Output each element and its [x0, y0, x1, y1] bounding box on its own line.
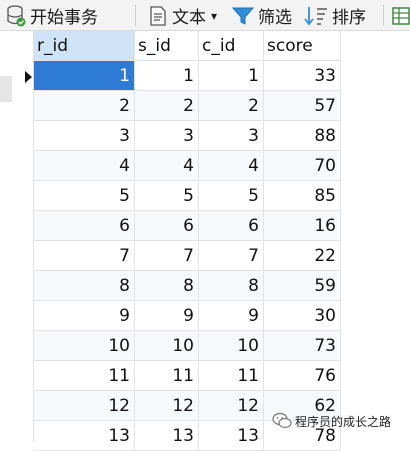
- table-row[interactable]: 11 11 11 76: [34, 361, 341, 391]
- cell-score[interactable]: 70: [264, 151, 341, 181]
- cell-c_id[interactable]: 10: [199, 331, 264, 361]
- cell-c_id[interactable]: 4: [199, 151, 264, 181]
- table-row[interactable]: 3 3 3 88: [34, 121, 341, 151]
- sort-button[interactable]: 排序: [303, 0, 366, 31]
- column-header-c_id[interactable]: c_id: [199, 31, 264, 61]
- cell-c_id[interactable]: 1: [199, 61, 264, 91]
- table-row[interactable]: 1 1 1 33: [34, 61, 341, 91]
- cell-s_id[interactable]: 10: [135, 331, 199, 361]
- table-row[interactable]: 7 7 7 22: [34, 241, 341, 271]
- sort-icon: [303, 5, 329, 27]
- cell-c_id[interactable]: 12: [199, 391, 264, 421]
- cell-s_id[interactable]: 6: [135, 211, 199, 241]
- table-row[interactable]: 8 8 8 59: [34, 271, 341, 301]
- cell-r_id[interactable]: 6: [34, 211, 135, 241]
- cell-r_id[interactable]: 13: [34, 421, 135, 451]
- column-header-score[interactable]: score: [264, 31, 341, 61]
- chevron-down-icon[interactable]: ▾: [211, 9, 217, 23]
- column-header-row: r_id s_id c_id score: [34, 31, 341, 61]
- begin-transaction-label: 开始事务: [30, 8, 98, 28]
- cell-s_id[interactable]: 8: [135, 271, 199, 301]
- cell-r_id[interactable]: 1: [34, 61, 135, 91]
- cell-r_id[interactable]: 4: [34, 151, 135, 181]
- cell-c_id[interactable]: 8: [199, 271, 264, 301]
- cell-s_id[interactable]: 1: [135, 61, 199, 91]
- filter-button[interactable]: 筛选: [232, 0, 292, 31]
- sort-label: 排序: [332, 8, 366, 28]
- cell-score[interactable]: 30: [264, 301, 341, 331]
- cell-r_id[interactable]: 11: [34, 361, 135, 391]
- gutter-scroll-stub: [0, 76, 12, 102]
- column-header-r_id[interactable]: r_id: [34, 31, 135, 61]
- cell-s_id[interactable]: 11: [135, 361, 199, 391]
- cell-score[interactable]: 76: [264, 361, 341, 391]
- table-row[interactable]: 6 6 6 16: [34, 211, 341, 241]
- watermark: 程序员的成长之路: [272, 412, 391, 430]
- cell-r_id[interactable]: 3: [34, 121, 135, 151]
- column-header-s_id[interactable]: s_id: [135, 31, 199, 61]
- toolbar: 开始事务 文本 ▾ 筛选 排序: [0, 0, 410, 31]
- cell-r_id[interactable]: 12: [34, 391, 135, 421]
- cell-score[interactable]: 57: [264, 91, 341, 121]
- database-transaction-icon: [6, 4, 26, 27]
- cell-r_id[interactable]: 5: [34, 181, 135, 211]
- cell-r_id[interactable]: 7: [34, 241, 135, 271]
- cell-s_id[interactable]: 3: [135, 121, 199, 151]
- cell-s_id[interactable]: 5: [135, 181, 199, 211]
- cell-c_id[interactable]: 9: [199, 301, 264, 331]
- cell-s_id[interactable]: 7: [135, 241, 199, 271]
- cell-score[interactable]: 73: [264, 331, 341, 361]
- cell-s_id[interactable]: 12: [135, 391, 199, 421]
- cell-c_id[interactable]: 7: [199, 241, 264, 271]
- cell-s_id[interactable]: 2: [135, 91, 199, 121]
- cell-c_id[interactable]: 11: [199, 361, 264, 391]
- cell-score[interactable]: 85: [264, 181, 341, 211]
- cell-s_id[interactable]: 13: [135, 421, 199, 451]
- table-row[interactable]: 4 4 4 70: [34, 151, 341, 181]
- cell-score[interactable]: 59: [264, 271, 341, 301]
- begin-transaction-button[interactable]: 开始事务: [6, 0, 98, 31]
- grid-view-icon: [392, 6, 410, 26]
- cell-score[interactable]: 33: [264, 61, 341, 91]
- table-row[interactable]: 9 9 9 30: [34, 301, 341, 331]
- text-view-label: 文本: [172, 8, 206, 28]
- document-text-icon: [150, 5, 166, 26]
- cell-score[interactable]: 22: [264, 241, 341, 271]
- cell-c_id[interactable]: 2: [199, 91, 264, 121]
- cell-r_id[interactable]: 2: [34, 91, 135, 121]
- filter-funnel-icon: [232, 6, 254, 26]
- table-row[interactable]: 5 5 5 85: [34, 181, 341, 211]
- watermark-text: 程序员的成长之路: [295, 414, 392, 429]
- cell-r_id[interactable]: 8: [34, 271, 135, 301]
- cell-c_id[interactable]: 13: [199, 421, 264, 451]
- text-view-button[interactable]: 文本 ▾: [150, 0, 217, 31]
- cell-score[interactable]: 88: [264, 121, 341, 151]
- current-row-marker-icon: [25, 71, 32, 83]
- cell-c_id[interactable]: 3: [199, 121, 264, 151]
- cell-s_id[interactable]: 4: [135, 151, 199, 181]
- toolbar-divider: [135, 5, 136, 26]
- table-row[interactable]: 2 2 2 57: [34, 91, 341, 121]
- wechat-icon: [272, 412, 292, 430]
- grid-view-button[interactable]: [392, 0, 410, 31]
- toolbar-divider: [383, 5, 384, 26]
- cell-c_id[interactable]: 6: [199, 211, 264, 241]
- cell-s_id[interactable]: 9: [135, 301, 199, 331]
- cell-r_id[interactable]: 9: [34, 301, 135, 331]
- filter-label: 筛选: [258, 8, 292, 28]
- table-row[interactable]: 10 10 10 73: [34, 331, 341, 361]
- cell-c_id[interactable]: 5: [199, 181, 264, 211]
- cell-score[interactable]: 16: [264, 211, 341, 241]
- cell-r_id[interactable]: 10: [34, 331, 135, 361]
